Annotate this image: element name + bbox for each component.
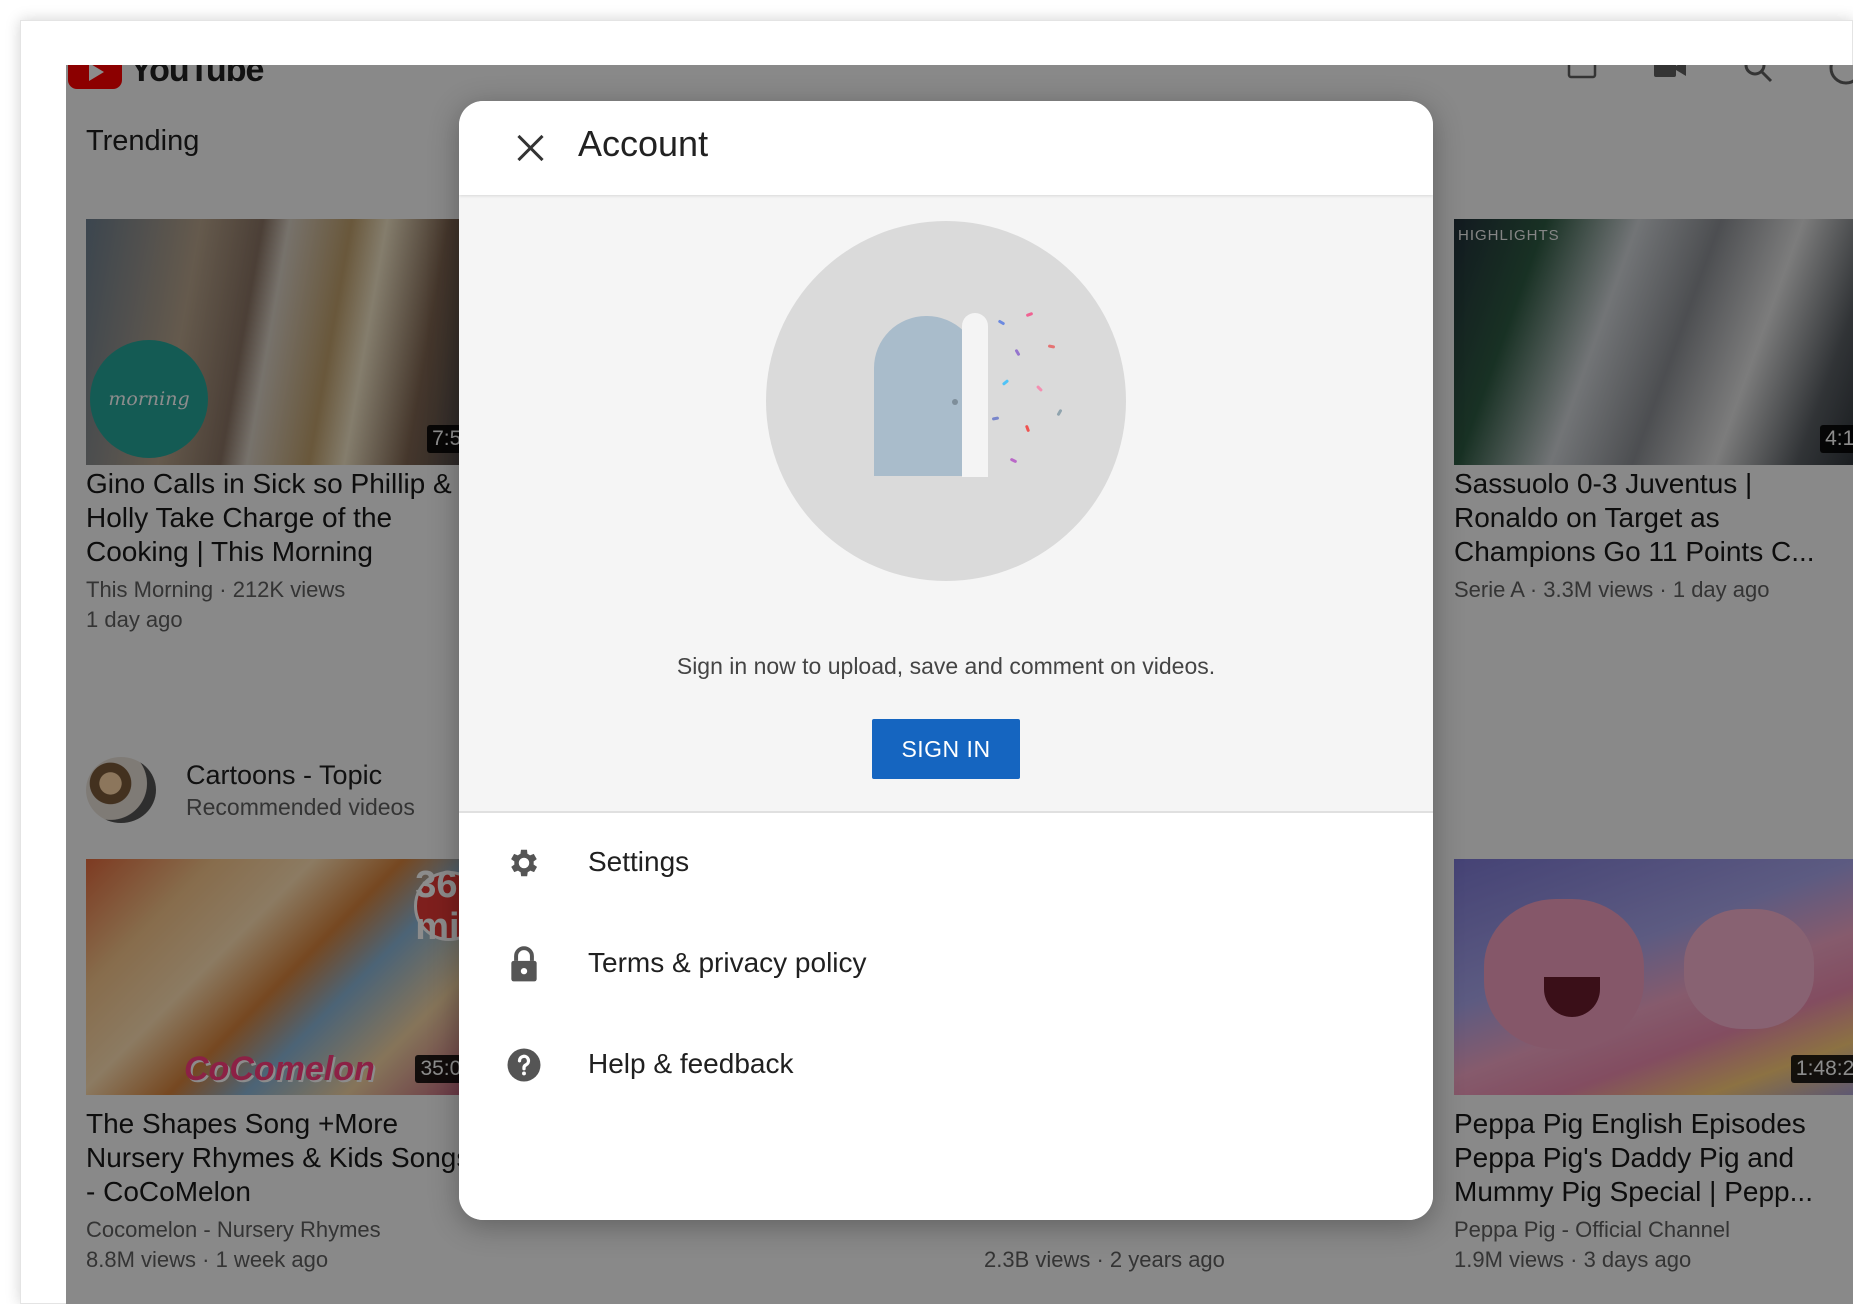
menu-item-label: Help & feedback (588, 1048, 794, 1079)
door-edge (962, 313, 988, 477)
menu-item-terms[interactable]: Terms & privacy policy (459, 914, 1433, 1014)
help-icon (505, 1046, 543, 1084)
gear-icon (505, 844, 543, 882)
confetti-piece (1035, 384, 1044, 393)
menu-item-label: Settings (588, 846, 690, 877)
menu-item-settings[interactable]: Settings (459, 813, 1433, 913)
confetti-piece (1024, 424, 1031, 433)
dialog-header: Account (459, 101, 1433, 195)
confetti-piece (1025, 311, 1034, 318)
account-dialog: Account Sign in now to upload, save and … (459, 101, 1433, 1220)
confetti-piece (1001, 379, 1010, 386)
lock-icon (505, 945, 543, 983)
sign-in-button[interactable]: SIGN IN (872, 719, 1020, 779)
sign-in-prompt: Sign in now to upload, save and comment … (676, 653, 1216, 679)
door-knob (952, 399, 958, 405)
menu-item-label: Terms & privacy policy (588, 947, 867, 978)
close-icon[interactable] (511, 129, 551, 169)
menu-item-help[interactable]: Help & feedback (459, 1015, 1433, 1115)
confetti-piece (1056, 408, 1063, 417)
dialog-title: Account (578, 123, 709, 164)
account-menu: Settings Terms & privacy policy Help & f… (459, 813, 1433, 1220)
confetti-piece (991, 416, 1000, 421)
confetti-piece (1047, 344, 1056, 349)
confetti-piece (1014, 348, 1021, 357)
confetti-piece (997, 319, 1006, 326)
confetti-piece (1009, 457, 1018, 464)
sign-in-illustration (766, 221, 1126, 581)
